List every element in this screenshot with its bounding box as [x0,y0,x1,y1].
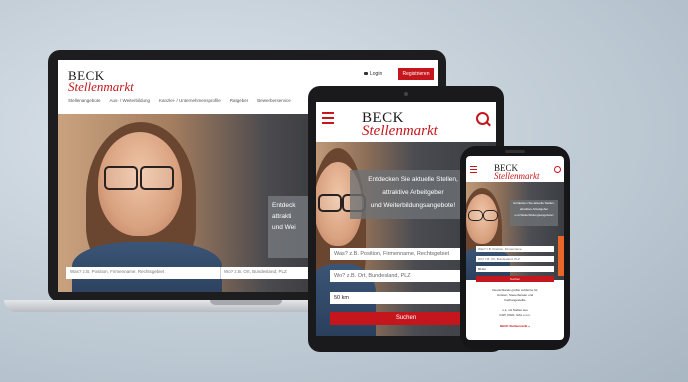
hamburger-menu-icon[interactable] [470,166,477,175]
laptop-search-what[interactable]: Was? z.B. Position, Firmenname, Rechtsge… [70,269,164,274]
phone-tagline: Deutschlands größte Jobbörse für Juriste… [492,288,538,302]
search-icon-handle [486,121,491,127]
nav-item-bewerberservice[interactable]: Bewerberservice [257,98,291,103]
hamburger-menu-icon[interactable] [322,112,334,127]
nav-item-ratgeber[interactable]: Ratgeber [230,98,249,103]
glasses [140,166,174,190]
phone-search-button[interactable]: Suchen [476,276,554,282]
phone-screen: BECK Stellenmarkt Entdecken Sie aktuelle… [466,156,564,340]
phone-speaker [505,150,525,153]
glasses [104,166,138,190]
lock-icon [364,72,368,76]
tablet-logo-stellenmarkt[interactable]: Stellenmarkt [362,123,438,140]
phone-subtagline: u.a. mit Stellen aus NJW, DStR, NZA u.v.… [499,308,531,317]
tablet-camera [404,92,408,96]
tablet-hero-overlay: Entdecken Sie aktuelle Stellen, attrakti… [350,170,476,219]
laptop-logo-stellenmarkt[interactable]: Stellenmarkt [68,79,134,95]
phone-more-link[interactable]: BECK Stellenmarkt » [470,324,560,329]
phone-search-what[interactable]: Was? z.B. Position, Firmenname [476,246,554,252]
divider [220,267,221,279]
search-icon[interactable] [554,166,561,173]
laptop-notch [210,300,282,305]
phone-radius-select[interactable]: 50 km [476,266,554,272]
phone-search-where[interactable]: Wo? z.B. Ort, Bundesland, PLZ [476,256,554,262]
glasses [468,210,483,221]
glasses [483,210,498,221]
glasses [318,194,342,212]
nav-item-ausbildung[interactable]: Aus- / Weiterbildung [110,98,150,103]
phone-logo-stellenmarkt[interactable]: Stellenmarkt [494,171,540,181]
nav-item-stellenangebote[interactable]: Stellenangebote [68,98,101,103]
laptop-search-where[interactable]: Wo? z.B. Ort, Bundesland, PLZ [224,269,287,274]
phone-hero-overlay: Entdecken Sie aktuelle Stellen, attrakti… [510,200,558,226]
feedback-tab[interactable] [558,236,564,276]
nav-item-profile[interactable]: Kanzlei- / Unternehmensprofile [159,98,221,103]
login-link[interactable]: Login [364,71,382,77]
register-button[interactable]: Registrieren [398,68,434,80]
